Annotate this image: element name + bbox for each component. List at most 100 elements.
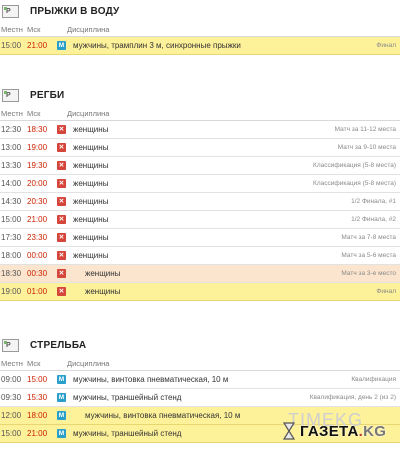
men-gender-icon: M — [57, 41, 66, 50]
local-time: 15:00 — [1, 41, 22, 50]
col-discipline: Дисциплина — [67, 108, 110, 118]
msk-time: 18:00 — [27, 411, 48, 420]
discipline-name: женщины — [73, 179, 109, 188]
msk-time: 20:30 — [27, 197, 48, 206]
stage-label: 1/2 Финала, #2 — [351, 216, 396, 223]
discipline-name: мужчины, траншейный стенд — [73, 393, 182, 402]
stage-label: Матч за 9-10 места — [337, 144, 396, 151]
men-gender-icon: M — [57, 411, 66, 420]
discipline-name: женщины — [73, 215, 109, 224]
column-header: Местн Мск Дисциплина — [0, 106, 400, 121]
women-gender-icon: ✕ — [57, 143, 66, 152]
local-time: 18:00 — [1, 251, 22, 260]
section-header: P РЕГБИ — [0, 84, 400, 106]
men-gender-icon: M — [57, 393, 66, 402]
discipline-name: женщины — [85, 287, 121, 296]
stage-label: Матч за 3-е место — [341, 270, 396, 277]
msk-time: 00:00 — [27, 251, 48, 260]
schedule-row[interactable]: 15:00 21:00 ✕ женщины 1/2 Финала, #2 — [0, 211, 400, 229]
stage-label: Классификация (5-8 места) — [313, 162, 396, 169]
col-local-time: Местн — [1, 358, 23, 368]
column-header: Местн Мск Дисциплина — [0, 356, 400, 371]
women-gender-icon: ✕ — [57, 161, 66, 170]
local-time: 15:00 — [1, 429, 22, 438]
men-gender-icon: M — [57, 429, 66, 438]
schedule-row[interactable]: 13:00 19:00 ✕ женщины Матч за 9-10 места — [0, 139, 400, 157]
women-gender-icon: ✕ — [57, 269, 66, 278]
schedule-row[interactable]: 17:30 23:30 ✕ женщины Матч за 7-8 места — [0, 229, 400, 247]
schedule-row[interactable]: 14:30 20:30 ✕ женщины 1/2 Финала, #1 — [0, 193, 400, 211]
msk-time: 15:00 — [27, 375, 48, 384]
discipline-name: женщины — [73, 125, 109, 134]
discipline-name: женщины — [73, 197, 109, 206]
schedule-row[interactable]: 13:30 19:30 ✕ женщины Классификация (5-8 мес… — [0, 157, 400, 175]
schedule-row[interactable]: 09:00 15:00 Mмужчины, винтовка пневматичес… — [0, 371, 400, 389]
schedule-row[interactable]: 09:30 15:30 Mмужчины, траншейный стенд Квал… — [0, 389, 400, 407]
schedule-row[interactable]: 18:00 00:00 ✕ женщины Матч за 5-6 места — [0, 247, 400, 265]
local-time: 13:00 — [1, 143, 22, 152]
msk-time: 21:00 — [27, 41, 48, 50]
schedule-row[interactable]: 12:30 18:30 ✕ женщины Матч за 11-12 места — [0, 121, 400, 139]
discipline-name: женщины — [73, 143, 109, 152]
women-gender-icon: ✕ — [57, 233, 66, 242]
local-time: 15:00 — [1, 215, 22, 224]
discipline-name: женщины — [73, 251, 109, 260]
section-title: РЕГБИ — [30, 89, 65, 101]
local-time: 09:30 — [1, 393, 22, 402]
discipline-name: женщины — [73, 233, 109, 242]
col-discipline: Дисциплина — [67, 358, 110, 368]
discipline-name: мужчины, трамплин 3 м, синхронные прыжки — [73, 41, 241, 50]
women-gender-icon: ✕ — [57, 125, 66, 134]
schedule-row[interactable]: 15:00 21:00 Mмужчины, трамплин 3 м, синхро… — [0, 37, 400, 55]
section-header: P ПРЫЖКИ В ВОДУ — [0, 0, 400, 22]
schedule-row[interactable]: 18:30 00:30 ✕ женщины Матч за 3-е место — [0, 265, 400, 283]
col-local-time: Местн — [1, 108, 23, 118]
section-header: P СТРЕЛЬБА — [0, 334, 400, 356]
stage-label: Квалификация — [351, 376, 396, 383]
women-gender-icon: ✕ — [57, 251, 66, 260]
local-time: 12:00 — [1, 411, 22, 420]
women-gender-icon: ✕ — [57, 179, 66, 188]
discipline-name: мужчины, винтовка пневматическая, 10 м — [73, 375, 229, 384]
watermark-logo-text: ГАЗЕТА.KG — [300, 422, 387, 440]
local-time: 13:30 — [1, 161, 22, 170]
schedule-row[interactable]: 19:00 01:00 ✕ женщины Финал — [0, 283, 400, 301]
watermark-logo: ГАЗЕТА.KG — [282, 420, 398, 442]
section-diving: P ПРЫЖКИ В ВОДУ Местн Мск Дисциплина 15:… — [0, 0, 400, 55]
msk-time: 23:30 — [27, 233, 48, 242]
sport-image-icon: P — [2, 4, 19, 18]
discipline-name: женщины — [85, 269, 121, 278]
men-gender-icon: M — [57, 375, 66, 384]
sport-image-icon: P — [2, 338, 19, 352]
stage-label: Квалификация, день 2 (из 2) — [309, 394, 396, 401]
local-time: 09:00 — [1, 375, 22, 384]
msk-time: 19:00 — [27, 143, 48, 152]
msk-time: 01:00 — [27, 287, 48, 296]
section-title: ПРЫЖКИ В ВОДУ — [30, 5, 120, 17]
schedule-row[interactable]: 14:00 20:00 ✕ женщины Классификация (5-8 мес… — [0, 175, 400, 193]
stage-label: Матч за 5-6 места — [341, 252, 396, 259]
msk-time: 15:30 — [27, 393, 48, 402]
col-local-time: Местн — [1, 24, 23, 34]
stage-label: Классификация (5-8 места) — [313, 180, 396, 187]
section-title: СТРЕЛЬБА — [30, 339, 87, 351]
stage-label: Матч за 7-8 места — [341, 234, 396, 241]
msk-time: 19:30 — [27, 161, 48, 170]
msk-time: 18:30 — [27, 125, 48, 134]
msk-time: 21:00 — [27, 429, 48, 438]
women-gender-icon: ✕ — [57, 197, 66, 206]
women-gender-icon: ✕ — [57, 287, 66, 296]
col-msk-time: Мск — [27, 24, 41, 34]
local-time: 14:30 — [1, 197, 22, 206]
column-header: Местн Мск Дисциплина — [0, 22, 400, 37]
col-msk-time: Мск — [27, 358, 41, 368]
local-time: 14:00 — [1, 179, 22, 188]
local-time: 19:00 — [1, 287, 22, 296]
section-rugby: P РЕГБИ Местн Мск Дисциплина 12:30 18:30 ✕… — [0, 84, 400, 301]
local-time: 17:30 — [1, 233, 22, 242]
hourglass-icon — [282, 422, 296, 440]
local-time: 18:30 — [1, 269, 22, 278]
stage-label: Финал — [376, 288, 396, 295]
msk-time: 20:00 — [27, 179, 48, 188]
msk-time: 00:30 — [27, 269, 48, 278]
